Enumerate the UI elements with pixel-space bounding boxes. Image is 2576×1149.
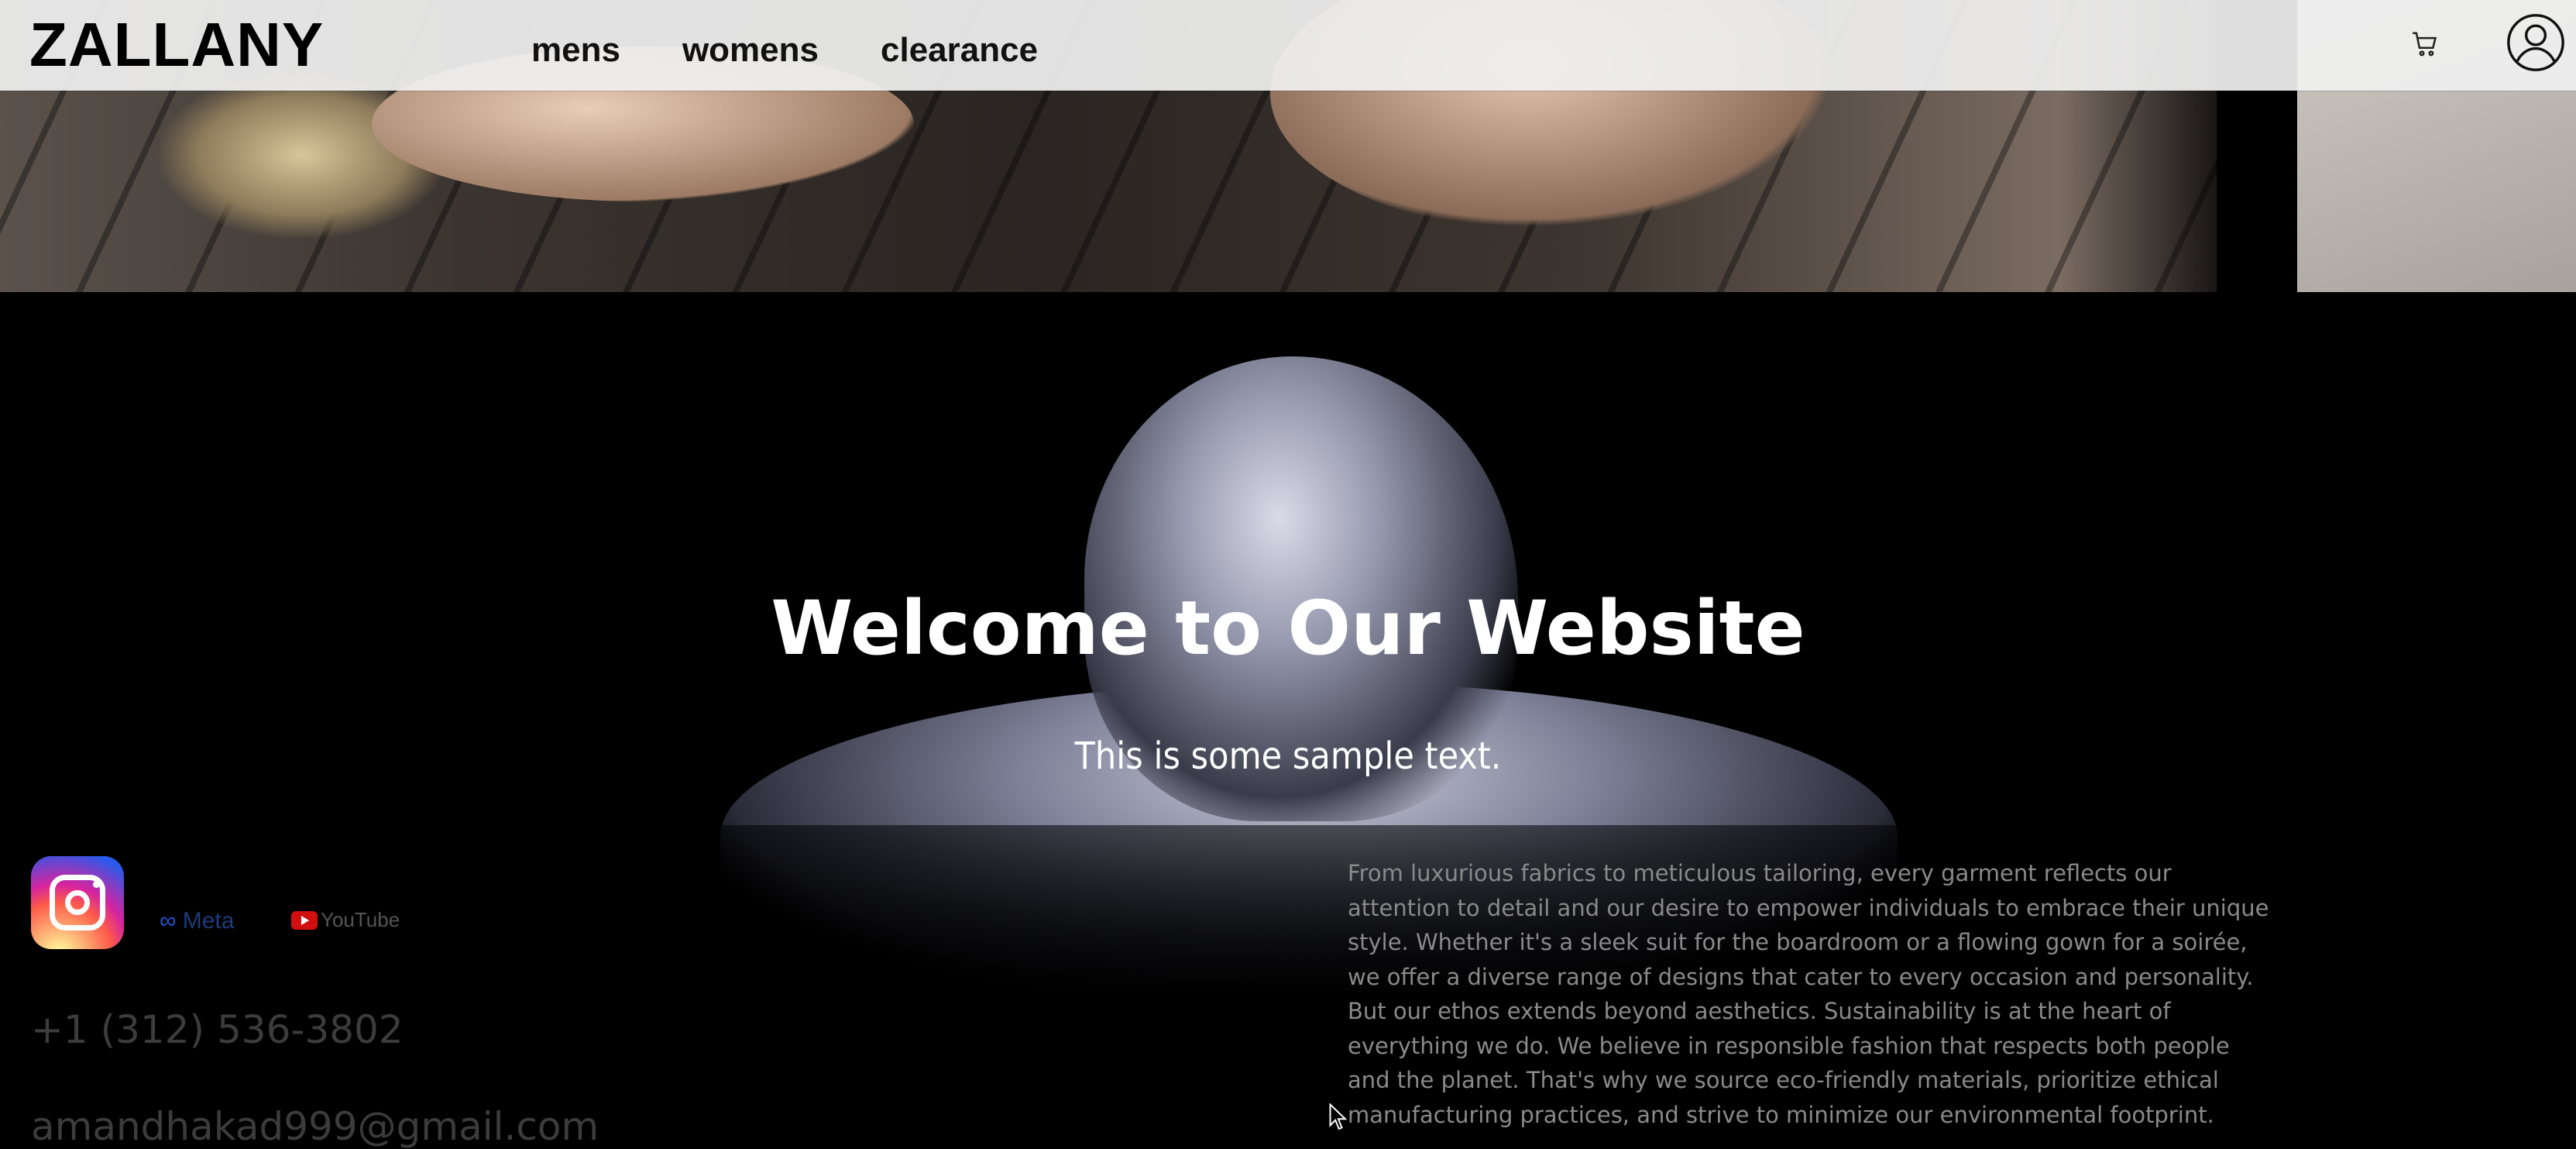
youtube-play-icon <box>291 910 318 930</box>
contact-phone[interactable]: +1 (312) 536-3802 <box>31 1007 404 1052</box>
youtube-link[interactable]: YouTube <box>291 908 400 932</box>
meta-label: Meta <box>182 908 235 934</box>
hero-subtitle: This is some sample text. <box>1074 734 1502 778</box>
hero-title: Welcome to Our Website <box>771 585 1805 672</box>
meta-infinity-icon: ∞ <box>160 908 177 934</box>
main-nav: mens womens clearance <box>531 31 1038 70</box>
user-circle-icon[interactable] <box>2506 13 2565 72</box>
instagram-icon[interactable] <box>31 856 124 949</box>
meta-link[interactable]: ∞ Meta <box>160 908 234 934</box>
brand-logo[interactable]: ZALLANY <box>29 9 324 81</box>
instagram-lens <box>65 890 90 915</box>
site-header: ZALLANY mens womens clearance <box>0 0 2576 91</box>
nav-link-womens[interactable]: womens <box>682 31 819 70</box>
contact-email[interactable]: amandhakad999@gmail.com <box>31 1104 599 1149</box>
mouse-cursor-icon <box>1329 1103 1348 1130</box>
nav-link-mens[interactable]: mens <box>531 31 620 70</box>
nav-link-clearance[interactable]: clearance <box>881 31 1038 70</box>
instagram-dot <box>93 881 100 888</box>
youtube-label: YouTube <box>321 908 400 931</box>
about-paragraph: From luxurious fabrics to meticulous tai… <box>1348 860 2269 1128</box>
cart-icon[interactable] <box>2410 29 2440 59</box>
